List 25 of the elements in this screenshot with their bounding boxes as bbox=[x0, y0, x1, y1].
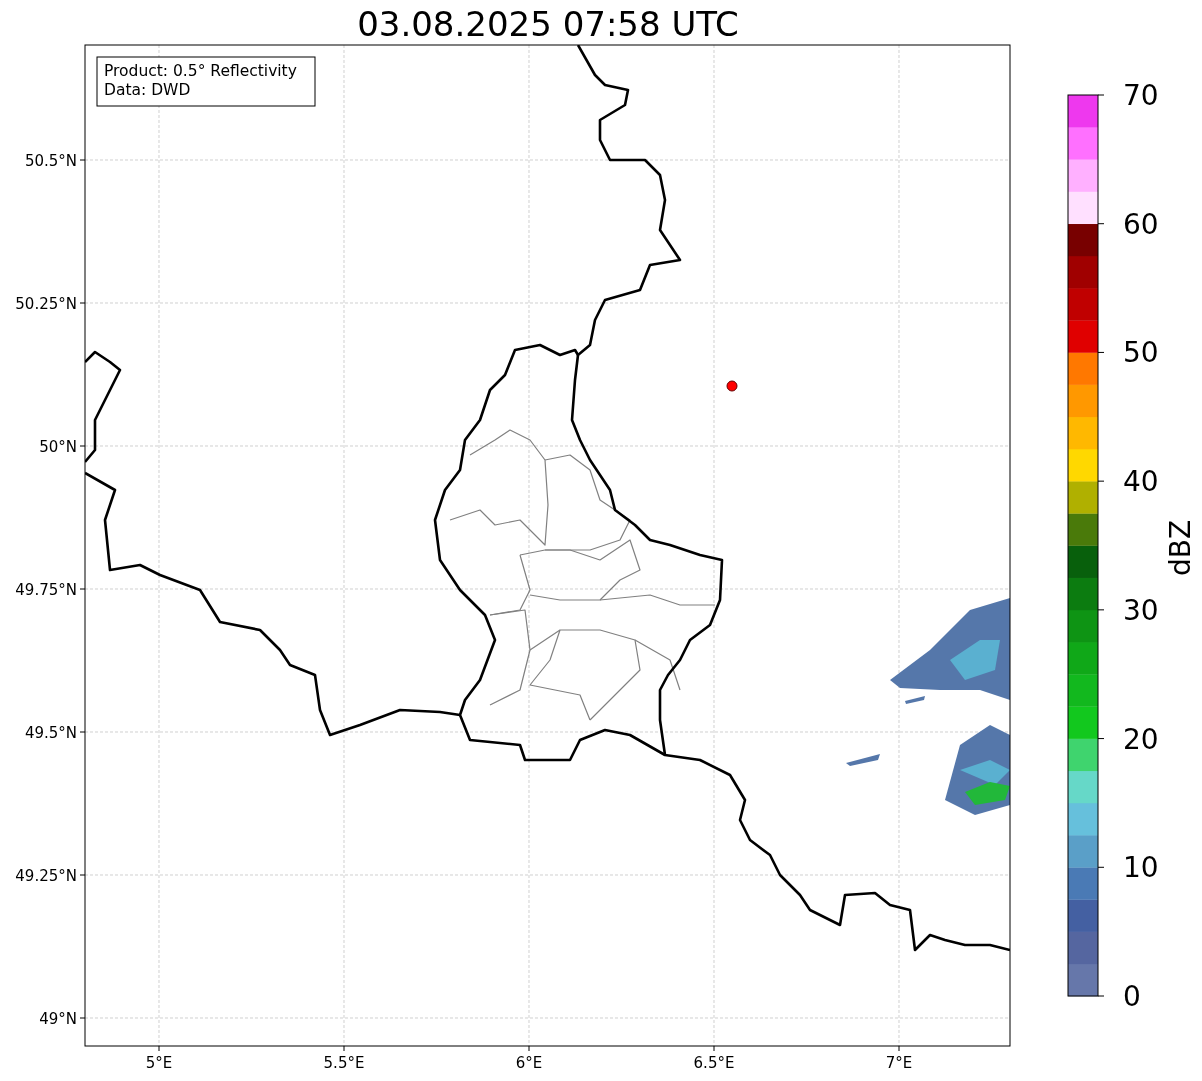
latitude-label: 49.5°N bbox=[24, 724, 77, 742]
colorbar-tick-label: 60 bbox=[1123, 207, 1159, 241]
colorbar-tick-label: 10 bbox=[1123, 851, 1159, 885]
latitude-label: 49°N bbox=[39, 1010, 77, 1028]
legend-text: Data: DWD bbox=[104, 81, 191, 99]
colorbar-label: dBZ bbox=[1164, 519, 1197, 577]
latitude-label: 49.25°N bbox=[15, 867, 77, 885]
longitude-label: 6°E bbox=[515, 1054, 543, 1072]
longitude-label: 6.5°E bbox=[693, 1054, 735, 1072]
longitude-label: 5.5°E bbox=[323, 1054, 365, 1072]
colorbar-tick-label: 70 bbox=[1123, 79, 1159, 112]
colorbar-tick-label: 20 bbox=[1123, 722, 1159, 756]
location-marker bbox=[726, 380, 738, 392]
legend-text: Product: 0.5° Reflectivity bbox=[104, 62, 297, 80]
longitude-label: 7°E bbox=[885, 1054, 913, 1072]
colorbar-tick-label: 50 bbox=[1123, 336, 1159, 370]
latitude-label: 50.25°N bbox=[15, 295, 77, 313]
colorbar-tick-label: 0 bbox=[1123, 980, 1141, 1013]
latitude-label: 50°N bbox=[39, 438, 77, 456]
latitude-label: 49.75°N bbox=[15, 581, 77, 599]
longitude-label: 5°E bbox=[145, 1054, 173, 1072]
colorbar-tick-label: 30 bbox=[1123, 593, 1159, 627]
chart-title: 03.08.2025 07:58 UTC bbox=[357, 4, 739, 44]
colorbar-tick-label: 40 bbox=[1123, 465, 1159, 499]
latitude-label: 50.5°N bbox=[24, 152, 77, 170]
